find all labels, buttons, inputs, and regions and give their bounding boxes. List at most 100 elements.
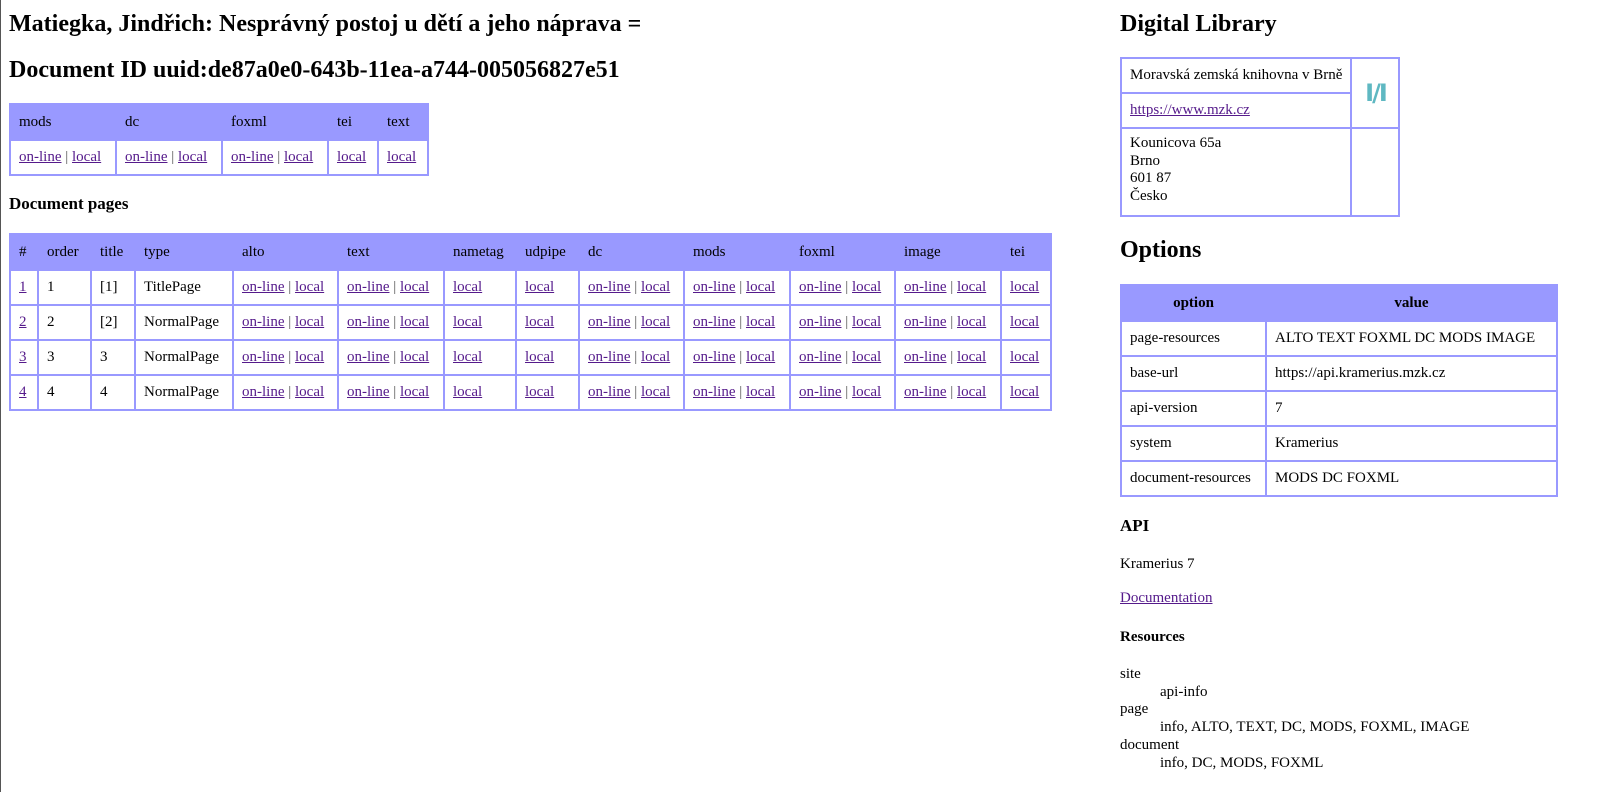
page-tei-local-link[interactable]: local bbox=[1010, 279, 1039, 295]
link-separator: | bbox=[950, 279, 954, 295]
page-foxml-local-link[interactable]: local bbox=[852, 384, 881, 400]
page-tei-local-link[interactable]: local bbox=[1010, 314, 1039, 330]
page-order: 1 bbox=[38, 270, 91, 305]
format-dc-local-link[interactable]: local bbox=[178, 149, 207, 165]
link-separator: | bbox=[739, 279, 743, 295]
page-dc-local-link[interactable]: local bbox=[641, 384, 670, 400]
page-image-local-link[interactable]: local bbox=[957, 384, 986, 400]
page-dc-online-link[interactable]: on-line bbox=[588, 279, 631, 295]
page-dc-local-link[interactable]: local bbox=[641, 349, 670, 365]
page-foxml-local-link[interactable]: local bbox=[852, 314, 881, 330]
resources-heading: Resources bbox=[1120, 629, 1185, 645]
page-image-online-link[interactable]: on-line bbox=[904, 279, 947, 295]
resource-term: page bbox=[1120, 701, 1149, 718]
page-text-cell: on-line | local bbox=[338, 340, 444, 375]
page-tei-cell: local bbox=[1001, 305, 1051, 340]
library-name: Moravská zemská knihovna v Brně bbox=[1121, 58, 1352, 93]
page-udpipe-local-link[interactable]: local bbox=[525, 279, 554, 295]
resource-desc: info, DC, MODS, FOXML bbox=[1160, 754, 1324, 771]
option-name: base-url bbox=[1121, 356, 1266, 391]
page-tei-local-link[interactable]: local bbox=[1010, 384, 1039, 400]
page-nametag-local-link[interactable]: local bbox=[453, 384, 482, 400]
link-separator: | bbox=[845, 279, 849, 295]
page-alto-local-link[interactable]: local bbox=[295, 349, 324, 365]
page-image-online-link[interactable]: on-line bbox=[904, 384, 947, 400]
library-info-box: Moravská zemská knihovna v Brně I/I http… bbox=[1120, 57, 1401, 217]
page-image-online-link[interactable]: on-line bbox=[904, 314, 947, 330]
format-foxml-local-link[interactable]: local bbox=[284, 149, 313, 165]
page-alto-local-link[interactable]: local bbox=[295, 384, 324, 400]
page-foxml-online-link[interactable]: on-line bbox=[799, 349, 842, 365]
page-mods-online-link[interactable]: on-line bbox=[693, 349, 736, 365]
page-mods-online-link[interactable]: on-line bbox=[693, 384, 736, 400]
link-separator: | bbox=[634, 349, 638, 365]
page-udpipe-local-link[interactable]: local bbox=[525, 349, 554, 365]
page-image-local-link[interactable]: local bbox=[957, 314, 986, 330]
format-text-local-link[interactable]: local bbox=[387, 149, 416, 165]
format-cell-text: local bbox=[378, 140, 428, 175]
page-number-link[interactable]: 2 bbox=[19, 314, 27, 330]
format-dc-online-link[interactable]: on-line bbox=[125, 149, 168, 165]
page-nametag-local-link[interactable]: local bbox=[453, 279, 482, 295]
page-mods-local-link[interactable]: local bbox=[746, 384, 775, 400]
page-mods-local-link[interactable]: local bbox=[746, 314, 775, 330]
page-number-link[interactable]: 1 bbox=[19, 279, 27, 295]
page-text-local-link[interactable]: local bbox=[400, 349, 429, 365]
link-separator: | bbox=[288, 349, 292, 365]
pages-header-order: order bbox=[38, 234, 91, 270]
option-value: MODS DC FOXML bbox=[1266, 461, 1557, 496]
page-mods-local-link[interactable]: local bbox=[746, 279, 775, 295]
documentation-link[interactable]: Documentation bbox=[1120, 590, 1212, 606]
page-foxml-local-link[interactable]: local bbox=[852, 279, 881, 295]
page-tei-local-link[interactable]: local bbox=[1010, 349, 1039, 365]
page-dc-online-link[interactable]: on-line bbox=[588, 314, 631, 330]
page-foxml-local-link[interactable]: local bbox=[852, 349, 881, 365]
page-title: 4 bbox=[91, 375, 135, 410]
format-foxml-online-link[interactable]: on-line bbox=[231, 149, 274, 165]
page-alto-online-link[interactable]: on-line bbox=[242, 349, 285, 365]
page-image-local-link[interactable]: local bbox=[957, 349, 986, 365]
page-order: 2 bbox=[38, 305, 91, 340]
page-number-link[interactable]: 3 bbox=[19, 349, 27, 365]
option-name: system bbox=[1121, 426, 1266, 461]
option-row: api-version 7 bbox=[1121, 391, 1557, 426]
page-text-local-link[interactable]: local bbox=[400, 314, 429, 330]
page-dc-online-link[interactable]: on-line bbox=[588, 384, 631, 400]
page-dc-local-link[interactable]: local bbox=[641, 314, 670, 330]
page-text-local-link[interactable]: local bbox=[400, 384, 429, 400]
page-number-link[interactable]: 4 bbox=[19, 384, 27, 400]
page-udpipe-local-link[interactable]: local bbox=[525, 314, 554, 330]
page-dc-local-link[interactable]: local bbox=[641, 279, 670, 295]
page-mods-local-link[interactable]: local bbox=[746, 349, 775, 365]
format-tei-local-link[interactable]: local bbox=[337, 149, 366, 165]
document-pages-table: # order title type alto text nametag udpipe dc mo… bbox=[9, 233, 1052, 411]
page-udpipe-cell: local bbox=[516, 270, 579, 305]
page-alto-online-link[interactable]: on-line bbox=[242, 384, 285, 400]
page-text-online-link[interactable]: on-line bbox=[347, 349, 390, 365]
page-image-local-link[interactable]: local bbox=[957, 279, 986, 295]
page-foxml-online-link[interactable]: on-line bbox=[799, 314, 842, 330]
page-mods-online-link[interactable]: on-line bbox=[693, 314, 736, 330]
page-alto-local-link[interactable]: local bbox=[295, 279, 324, 295]
page-text-online-link[interactable]: on-line bbox=[347, 314, 390, 330]
page-dc-online-link[interactable]: on-line bbox=[588, 349, 631, 365]
page-tei-cell: local bbox=[1001, 340, 1051, 375]
page-alto-local-link[interactable]: local bbox=[295, 314, 324, 330]
page-nametag-local-link[interactable]: local bbox=[453, 349, 482, 365]
page-image-online-link[interactable]: on-line bbox=[904, 349, 947, 365]
page-alto-online-link[interactable]: on-line bbox=[242, 279, 285, 295]
page-text-online-link[interactable]: on-line bbox=[347, 384, 390, 400]
page-nametag-local-link[interactable]: local bbox=[453, 314, 482, 330]
page-text-local-link[interactable]: local bbox=[400, 279, 429, 295]
format-mods-local-link[interactable]: local bbox=[72, 149, 101, 165]
page-udpipe-local-link[interactable]: local bbox=[525, 384, 554, 400]
page-text-online-link[interactable]: on-line bbox=[347, 279, 390, 295]
page-udpipe-cell: local bbox=[516, 375, 579, 410]
page-foxml-online-link[interactable]: on-line bbox=[799, 384, 842, 400]
page-type: NormalPage bbox=[135, 375, 233, 410]
library-url-link[interactable]: https://www.mzk.cz bbox=[1130, 102, 1250, 118]
page-alto-online-link[interactable]: on-line bbox=[242, 314, 285, 330]
format-mods-online-link[interactable]: on-line bbox=[19, 149, 62, 165]
page-foxml-online-link[interactable]: on-line bbox=[799, 279, 842, 295]
page-mods-online-link[interactable]: on-line bbox=[693, 279, 736, 295]
